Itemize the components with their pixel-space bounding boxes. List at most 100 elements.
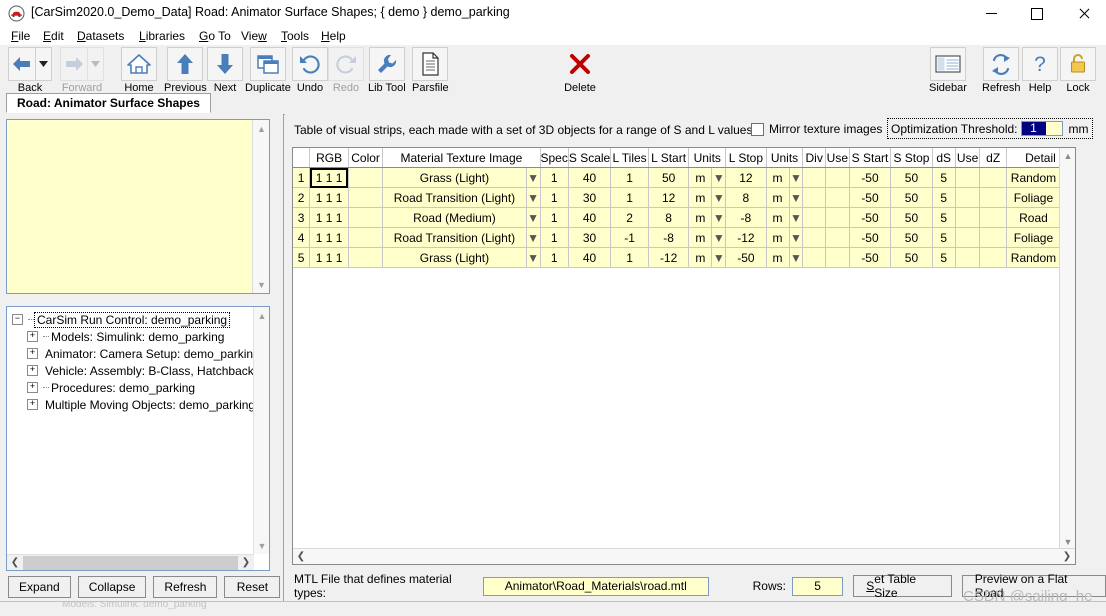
cell-sscale[interactable]: 30	[568, 227, 612, 248]
col-dz[interactable]: dZ	[979, 148, 1007, 168]
cell-sstop[interactable]: 50	[890, 247, 933, 268]
menu-tools[interactable]: Tools	[278, 28, 312, 44]
cell-div[interactable]	[802, 207, 826, 228]
optimization-threshold-input[interactable]: 1	[1020, 121, 1063, 136]
cell-use1[interactable]	[825, 207, 850, 228]
cell-lstart[interactable]: -8	[648, 227, 690, 248]
lstart-units-dropdown-icon[interactable]: ▼	[711, 187, 727, 208]
toolbar-help-button[interactable]: ? Help	[1022, 47, 1058, 94]
cell-dz[interactable]	[979, 247, 1007, 268]
background-window[interactable]: Models: Simulink: demo_parking	[0, 601, 1106, 616]
tree-vertical-scrollbar[interactable]: ▲ ▼	[253, 307, 269, 554]
menu-view[interactable]: View	[238, 28, 270, 44]
cell-use1[interactable]	[825, 167, 850, 188]
cell-ds[interactable]: 5	[932, 227, 956, 248]
cell-use1[interactable]	[825, 227, 850, 248]
cell-color[interactable]	[348, 247, 384, 268]
cell-lstart-units[interactable]: m	[688, 187, 713, 208]
cell-color[interactable]	[348, 207, 384, 228]
lstop-units-dropdown-icon[interactable]: ▼	[789, 247, 804, 268]
lstart-units-dropdown-icon[interactable]: ▼	[711, 207, 727, 228]
toolbar-libtool-button[interactable]: Lib Tool	[368, 47, 406, 94]
cell-use2[interactable]	[955, 167, 981, 188]
cell-sstart[interactable]: -50	[849, 207, 892, 228]
cell-lstop[interactable]: -8	[725, 207, 767, 228]
cell-material[interactable]: Road Transition (Light)	[382, 187, 527, 208]
cell-material[interactable]: Road Transition (Light)	[382, 227, 527, 248]
cell-rgb[interactable]: 1 1 1	[309, 207, 349, 228]
toolbar-duplicate-button[interactable]: Duplicate	[245, 47, 291, 94]
cell-ltiles[interactable]: 1	[610, 167, 649, 188]
col-sscale[interactable]: S Scale	[568, 148, 612, 168]
cell-div[interactable]	[802, 187, 826, 208]
cell-lstop[interactable]: -50	[725, 247, 767, 268]
refresh-tree-button[interactable]: Refresh	[153, 576, 218, 598]
minimize-button[interactable]	[968, 0, 1014, 27]
cell-sscale[interactable]: 30	[568, 187, 612, 208]
cell-use2[interactable]	[955, 207, 981, 228]
cell-lstart[interactable]: 8	[648, 207, 690, 228]
col-material[interactable]: Material Texture Image	[382, 148, 541, 168]
lstop-units-dropdown-icon[interactable]: ▼	[789, 207, 804, 228]
mtl-file-input[interactable]: Animator\Road_Materials\road.mtl	[482, 576, 709, 596]
col-use2[interactable]: Use	[955, 148, 981, 168]
cell-detail[interactable]: Foliage	[1006, 227, 1061, 248]
toolbar-sidebar-button[interactable]: Sidebar	[929, 47, 967, 94]
tree-item-run-control[interactable]: − CarSim Run Control: demo_parking	[12, 311, 251, 328]
cell-dz[interactable]	[979, 227, 1007, 248]
toolbar-back-button[interactable]: Back	[8, 47, 52, 94]
menu-goto[interactable]: Go To	[196, 28, 234, 44]
cell-sstart[interactable]: -50	[849, 247, 892, 268]
cell-ltiles[interactable]: 1	[610, 187, 649, 208]
collapse-expander-icon[interactable]: −	[12, 314, 23, 325]
expand-expander-icon[interactable]: +	[27, 365, 38, 376]
table-row[interactable]: 2 1 1 1 Road Transition (Light) ▼ 1 30 1…	[293, 187, 1075, 208]
menu-file[interactable]: File	[8, 28, 33, 44]
col-rgb[interactable]: RGB	[309, 148, 349, 168]
cell-sstart[interactable]: -50	[849, 167, 892, 188]
cell-lstart-units[interactable]: m	[688, 207, 713, 228]
cell-lstop-units[interactable]: m	[766, 187, 790, 208]
col-color[interactable]: Color	[348, 148, 384, 168]
cell-sstop[interactable]: 50	[890, 207, 933, 228]
tree-item-models[interactable]: + Models: Simulink: demo_parking	[12, 328, 251, 345]
col-use1[interactable]: Use	[825, 148, 850, 168]
cell-ds[interactable]: 5	[932, 167, 956, 188]
expand-expander-icon[interactable]: +	[27, 348, 38, 359]
cell-lstop-units[interactable]: m	[766, 247, 790, 268]
toolbar-home-button[interactable]: Home	[121, 47, 157, 94]
material-dropdown-icon[interactable]: ▼	[526, 227, 541, 248]
tree-scroll-left-icon[interactable]: ❮	[7, 555, 23, 571]
cell-spec[interactable]: 1	[540, 207, 569, 228]
tree-horizontal-scrollbar[interactable]: ❮ ❯	[7, 554, 254, 570]
cell-spec[interactable]: 1	[540, 227, 569, 248]
cell-lstart-units[interactable]: m	[688, 167, 713, 188]
cell-lstart-units[interactable]: m	[688, 247, 713, 268]
notes-scroll-down-icon[interactable]: ▼	[253, 276, 270, 293]
cell-lstop[interactable]: -12	[725, 227, 767, 248]
cell-div[interactable]	[802, 167, 826, 188]
menu-datasets[interactable]: Datasets	[74, 28, 127, 44]
cell-rgb[interactable]: 1 1 1	[309, 227, 349, 248]
cell-div[interactable]	[802, 227, 826, 248]
reset-button[interactable]: Reset	[224, 576, 281, 598]
cell-ds[interactable]: 5	[932, 187, 956, 208]
toolbar-lock-button[interactable]: Lock	[1060, 47, 1096, 94]
lstart-units-dropdown-icon[interactable]: ▼	[711, 227, 727, 248]
preview-flat-road-button[interactable]: Preview on a Flat Road	[961, 572, 1106, 600]
cell-use1[interactable]	[825, 187, 850, 208]
cell-ltiles[interactable]: 2	[610, 207, 649, 228]
tree-item-vehicle-assembly[interactable]: + Vehicle: Assembly: B-Class, Hatchback	[12, 362, 254, 379]
expand-expander-icon[interactable]: +	[27, 331, 38, 342]
table-scroll-right-icon[interactable]: ❯	[1059, 549, 1075, 565]
cell-sstop[interactable]: 50	[890, 187, 933, 208]
menu-edit[interactable]: Edit	[40, 28, 67, 44]
toolbar-redo-button[interactable]: Redo	[328, 47, 364, 94]
tree-hscroll-thumb[interactable]	[23, 555, 238, 570]
expand-button[interactable]: Expand	[8, 576, 71, 598]
cell-dz[interactable]	[979, 167, 1007, 188]
cell-material[interactable]: Road (Medium)	[382, 207, 527, 228]
cell-lstop-units[interactable]: m	[766, 207, 790, 228]
cell-sstop[interactable]: 50	[890, 167, 933, 188]
lstart-units-dropdown-icon[interactable]: ▼	[711, 167, 727, 188]
